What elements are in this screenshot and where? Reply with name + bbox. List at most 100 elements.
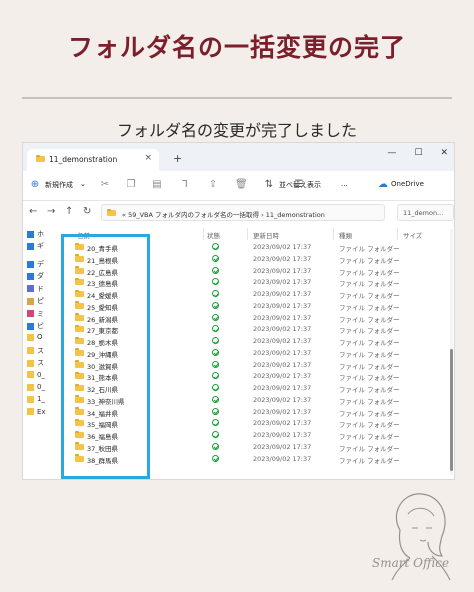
folder-icon xyxy=(75,301,84,309)
table-row[interactable]: 24_愛媛県 2023/09/02 17:37 ファイル フォルダー xyxy=(57,289,454,301)
file-type: ファイル フォルダー xyxy=(339,374,400,383)
cut-icon[interactable]: ✂ xyxy=(99,179,111,191)
modified-date: 2023/09/02 17:37 xyxy=(253,254,312,263)
modified-date: 2023/09/02 17:37 xyxy=(253,325,312,334)
sidebar-item[interactable]: ギ xyxy=(27,241,44,251)
sync-ok-icon xyxy=(212,278,219,286)
table-row[interactable]: 21_島根県 2023/09/02 17:37 ファイル フォルダー xyxy=(57,254,454,266)
sidebar-item[interactable]: ス xyxy=(27,346,44,356)
close-window-button[interactable]: ✕ xyxy=(440,148,448,158)
scrollbar-thumb[interactable] xyxy=(450,349,453,471)
column-type[interactable]: 種類 xyxy=(339,230,352,240)
refresh-icon[interactable]: ↻ xyxy=(83,206,91,217)
table-row[interactable]: 27_東京都 2023/09/02 17:37 ファイル フォルダー xyxy=(57,324,454,336)
folder-icon xyxy=(75,407,84,415)
file-name: 24_愛媛県 xyxy=(87,292,119,300)
table-row[interactable]: 20_青手県 2023/09/02 17:37 ファイル フォルダー xyxy=(57,242,454,254)
view-button[interactable]: 表示 xyxy=(307,180,321,190)
sidebar-item[interactable]: 0_ xyxy=(27,371,45,379)
sidebar-item[interactable]: ダ xyxy=(27,271,44,281)
table-row[interactable]: 37_秋田県 2023/09/02 17:37 ファイル フォルダー xyxy=(57,442,454,454)
file-name: 35_福岡県 xyxy=(87,421,119,430)
up-arrow-icon[interactable]: ↑ xyxy=(65,206,73,217)
sidebar-item[interactable]: ビ xyxy=(27,321,44,331)
minimize-button[interactable]: — xyxy=(387,148,396,158)
table-row[interactable]: 25_愛知県 2023/09/02 17:37 ファイル フォルダー xyxy=(57,301,454,313)
column-status[interactable]: 状態 xyxy=(207,230,220,240)
table-row[interactable]: 32_石川県 2023/09/02 17:37 ファイル フォルダー xyxy=(57,383,454,395)
delete-icon[interactable]: 🗑 xyxy=(235,179,248,191)
table-row[interactable]: 28_栃木県 2023/09/02 17:37 ファイル フォルダー xyxy=(57,336,454,348)
sidebar-item[interactable]: 1_ xyxy=(27,395,45,403)
new-tab-button[interactable]: + xyxy=(173,152,182,165)
modified-date: 2023/09/02 17:37 xyxy=(253,384,312,392)
page-subtitle: フォルダ名の変更が完了しました xyxy=(116,121,357,140)
table-row[interactable]: 23_德島県 2023/09/02 17:37 ファイル フォルダー xyxy=(57,277,454,289)
breadcrumb-overflow[interactable]: « xyxy=(122,211,126,219)
sidebar-item[interactable]: デ xyxy=(27,259,44,269)
table-row[interactable]: 36_福島県 2023/09/02 17:37 ファイル フォルダー xyxy=(57,430,454,442)
plus-circle-icon: ⊕ xyxy=(30,179,40,190)
onedrive-button[interactable]: OneDrive xyxy=(391,180,424,188)
sidebar-item[interactable]: Ex xyxy=(27,408,46,416)
forward-arrow-icon[interactable]: → xyxy=(47,206,55,217)
tab-title: 11_demonstration xyxy=(49,155,118,164)
paste-icon[interactable]: ▤ xyxy=(151,179,163,191)
sidebar-item[interactable]: ド xyxy=(27,284,44,294)
file-name: 29_沖縄県 xyxy=(87,350,119,359)
table-row[interactable]: 35_福岡県 2023/09/02 17:37 ファイル フォルダー xyxy=(57,418,454,430)
file-type: ファイル フォルダー xyxy=(339,362,400,371)
close-tab-icon[interactable]: × xyxy=(144,153,152,163)
file-type: ファイル フォルダー xyxy=(339,456,400,465)
tab-11-demonstration[interactable]: 11_demonstration × xyxy=(27,149,159,171)
navigation-pane: ホギデダドピミビ O スス 0_ 0_ 1_ Ex xyxy=(23,225,57,479)
sidebar-item[interactable]: 0_ xyxy=(27,383,45,391)
rename-icon[interactable]: Ꞁ xyxy=(179,179,191,191)
sidebar-item[interactable]: ス xyxy=(27,358,44,368)
woman-illustration-logo xyxy=(391,493,451,581)
new-button[interactable]: 新規作成 xyxy=(45,180,73,190)
file-type: ファイル フォルダー xyxy=(339,409,400,418)
file-type: ファイル フォルダー xyxy=(339,444,400,453)
back-arrow-icon[interactable]: ← xyxy=(29,206,37,217)
file-name: 22_広島県 xyxy=(87,268,119,277)
sidebar-item[interactable]: ピ xyxy=(27,296,44,306)
sync-ok-icon xyxy=(212,442,219,450)
file-name: 28_栃木県 xyxy=(87,339,119,347)
file-type: ファイル フォルダー xyxy=(339,303,400,312)
address-bar-row: ← → ↑ ↻ « 59_VBA フォルダ内のフォルダ名の一括取得 › 11_d… xyxy=(23,201,454,225)
search-input[interactable]: 11_demon... xyxy=(397,204,454,221)
sidebar-item[interactable]: ミ xyxy=(27,309,44,319)
chevron-down-icon[interactable]: ⌄ xyxy=(80,180,86,188)
brand-logo-text: Smart Office xyxy=(372,556,450,570)
folder-icon xyxy=(75,289,84,297)
address-bar[interactable]: « 59_VBA フォルダ内のフォルダ名の一括取得 › 11_demonstra… xyxy=(101,204,385,221)
table-row[interactable]: 38_群馬県 2023/09/02 17:37 ファイル フォルダー xyxy=(57,454,454,466)
table-row[interactable]: 31_熊本県 2023/09/02 17:37 ファイル フォルダー xyxy=(57,371,454,383)
file-name: 27_東京都 xyxy=(87,327,119,336)
sidebar-item-icon xyxy=(27,383,34,391)
scrollbar[interactable] xyxy=(450,229,453,475)
table-row[interactable]: 34_福井県 2023/09/02 17:37 ファイル フォルダー xyxy=(57,407,454,419)
share-icon[interactable]: ⇪ xyxy=(207,179,219,191)
table-row[interactable]: 30_滋賀県 2023/09/02 17:37 ファイル フォルダー xyxy=(57,360,454,372)
sidebar-item-icon xyxy=(27,322,34,330)
sidebar-item[interactable]: ホ xyxy=(27,229,44,239)
table-row[interactable]: 33_神奈川県 2023/09/02 17:37 ファイル フォルダー xyxy=(57,395,454,407)
table-row[interactable]: 22_広島県 2023/09/02 17:37 ファイル フォルダー xyxy=(57,266,454,278)
sync-ok-icon xyxy=(212,290,219,297)
sidebar-item[interactable]: O xyxy=(27,333,43,341)
explorer-window: 11_demonstration × + — ☐ ✕ ⊕ 新規作成 ⌄ ✂ ❐ … xyxy=(22,142,455,480)
table-row[interactable]: 26_新潟県 2023/09/02 17:37 ファイル フォルダー xyxy=(57,313,454,325)
modified-date: 2023/09/02 17:37 xyxy=(253,278,312,287)
copy-icon[interactable]: ❐ xyxy=(125,179,137,191)
folder-icon xyxy=(75,454,84,462)
title-divider xyxy=(22,97,452,99)
column-size[interactable]: サイズ xyxy=(403,230,422,240)
more-button[interactable]: ... xyxy=(341,180,348,188)
column-name[interactable]: 名前 xyxy=(77,230,90,240)
table-row[interactable]: 29_沖縄県 2023/09/02 17:37 ファイル フォルダー xyxy=(57,348,454,360)
sync-ok-icon xyxy=(212,301,219,309)
column-modified[interactable]: 更新日時 xyxy=(253,230,279,240)
maximize-button[interactable]: ☐ xyxy=(414,148,422,158)
